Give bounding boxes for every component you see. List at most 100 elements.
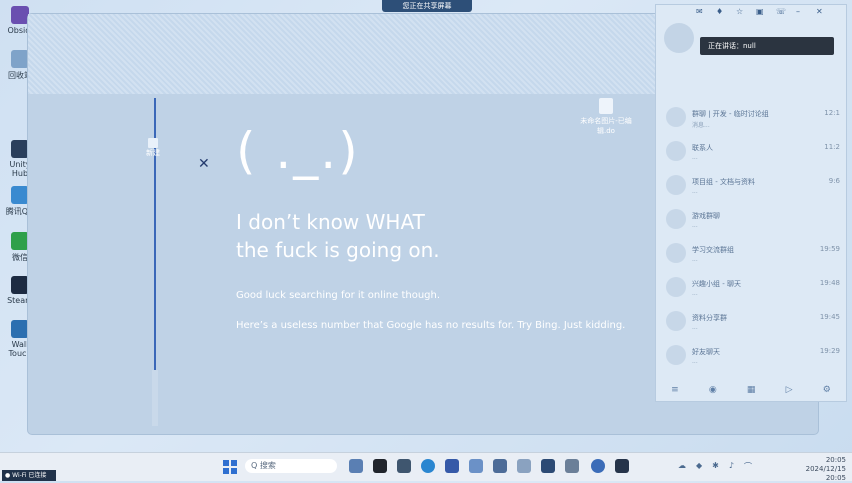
conversation-preview: ...: [692, 256, 698, 263]
conversation-preview: ...: [692, 290, 698, 297]
conversation-time: 19:59: [819, 245, 840, 253]
error-headline-line2: the fuck is going on.: [236, 238, 440, 262]
conversation-avatar: [666, 345, 686, 365]
conversation-preview: ...: [692, 358, 698, 365]
conversation-avatar: [666, 107, 686, 127]
conversation-row[interactable]: 群聊 | 开发 - 临时讨论组 消息... 12:1: [656, 101, 846, 135]
shield-app-icon[interactable]: [469, 459, 483, 473]
folder-icon[interactable]: ▣: [756, 8, 766, 16]
taskbar-search[interactable]: Q 搜索: [245, 459, 337, 473]
file-shortcut-icon[interactable]: 新建: [145, 138, 161, 157]
app-icon: [11, 320, 29, 338]
apps-icon[interactable]: ▦: [747, 385, 756, 395]
file-shortcut-label: 新建: [146, 149, 160, 157]
chat-panel: ✉ ♦ ☆ ▣ ☏ – ✕ 正在讲话：null 群聊 | 开发 - 临时讨论组消…: [656, 5, 846, 401]
cloud-icon[interactable]: ☁: [678, 461, 686, 472]
edge-browser-icon[interactable]: [421, 459, 435, 473]
tray-settings-icon[interactable]: ✱: [712, 461, 719, 472]
app-icon: [11, 232, 29, 250]
conversation-row[interactable]: 项目组 - 文档与资料... 9:6: [656, 169, 846, 203]
sad-face: ( ._.): [236, 122, 360, 180]
photos-app-icon[interactable]: [349, 459, 363, 473]
notes-app-icon[interactable]: [493, 459, 507, 473]
error-subtext-2: Here’s a useless number that Google has …: [236, 320, 626, 331]
conversation-time: 19:45: [819, 313, 840, 321]
phone-icon[interactable]: ☏: [776, 8, 786, 16]
conversation-row[interactable]: 学习交流群组... 19:59: [656, 237, 846, 271]
app-icon: [11, 50, 29, 68]
conversation-preview: 消息...: [692, 122, 710, 129]
start-button[interactable]: [223, 459, 237, 474]
conversation-name: 资料分享群: [692, 314, 727, 322]
wifi-icon[interactable]: ⌒: [744, 461, 752, 472]
error-headline: I don’t know WHAT the fuck is going on.: [236, 208, 656, 264]
mail-icon[interactable]: ✉: [696, 8, 706, 16]
app-icon: [11, 140, 29, 158]
conversation-row[interactable]: 兴趣小组 - 聊天... 19:48: [656, 271, 846, 305]
conversation-preview: ...: [692, 222, 698, 229]
steam-app-icon[interactable]: [591, 459, 605, 473]
conversation-row[interactable]: 联系人... 11:2: [656, 135, 846, 169]
conversation-row[interactable]: 游戏群聊...: [656, 203, 846, 237]
menu-icon[interactable]: ≡: [671, 385, 679, 395]
avatar[interactable]: [664, 23, 694, 53]
contacts-icon[interactable]: ◉: [709, 385, 717, 395]
network-notice[interactable]: ● Wi-Fi 已连接: [2, 470, 56, 481]
conversation-time: 11:2: [824, 143, 840, 151]
sword-cursor-icon: ✕: [198, 156, 210, 172]
conversation-time: 19:29: [819, 347, 840, 355]
speaking-status: 正在讲话：null: [700, 37, 834, 55]
game-app-icon[interactable]: [565, 459, 579, 473]
settings-icon[interactable]: ⚙: [823, 385, 831, 395]
files-app-icon[interactable]: [517, 459, 531, 473]
app-icon: [11, 186, 29, 204]
windows-icon: [223, 460, 237, 474]
document-file-label: 未命名图片-已编辑.do: [580, 117, 632, 135]
error-subtext-1: Good luck searching for it online though…: [236, 290, 441, 301]
conversation-name: 学习交流群组: [692, 246, 734, 254]
error-headline-line1: I don’t know WHAT: [236, 210, 425, 234]
chat-bottom-bar: ≡ ◉ ▦ ▷ ⚙: [656, 385, 846, 395]
conversation-avatar: [666, 175, 686, 195]
video-icon[interactable]: ▷: [786, 385, 793, 395]
chat-app-icon[interactable]: [541, 459, 555, 473]
screen-share-banner[interactable]: 您正在共享屏幕: [382, 0, 472, 12]
conversation-avatar: [666, 141, 686, 161]
conversation-row[interactable]: 好友聊天... 19:29: [656, 339, 846, 373]
conversation-avatar: [666, 243, 686, 263]
app-icon: [11, 276, 29, 294]
conversation-name: 好友聊天: [692, 348, 720, 356]
penguin-app-icon[interactable]: [615, 459, 629, 473]
tray-app-icon[interactable]: ◆: [696, 461, 702, 472]
star-icon[interactable]: ☆: [736, 8, 746, 16]
clock[interactable]: 20:05 2024/12/15 20:05: [786, 456, 846, 483]
conversation-name: 游戏群聊: [692, 212, 720, 220]
conversation-name: 群聊 | 开发 - 临时讨论组: [692, 110, 769, 118]
terminal-app-icon[interactable]: [373, 459, 387, 473]
conversation-time: 9:6: [828, 177, 840, 185]
conversation-preview: ...: [692, 188, 698, 195]
volume-icon[interactable]: ♪: [729, 461, 734, 472]
conversation-name: 项目组 - 文档与资料: [692, 178, 755, 186]
app-icon: [11, 6, 29, 24]
taskbar: ● Wi-Fi 已连接 Q 搜索 ☁ ◆ ✱ ♪ ⌒ 20:05 2024/12…: [0, 452, 852, 483]
conversation-avatar: [666, 311, 686, 331]
conversation-preview: ...: [692, 154, 698, 161]
conversation-preview: ...: [692, 324, 698, 331]
document-file-icon[interactable]: 未命名图片-已编辑.do: [576, 98, 636, 136]
conversation-list: 群聊 | 开发 - 临时讨论组 消息... 12:1 联系人... 11:2 项目组 - …: [656, 101, 846, 373]
keyboard-app-icon[interactable]: [397, 459, 411, 473]
bell-icon[interactable]: ♦: [716, 8, 726, 16]
conversation-row[interactable]: 资料分享群... 19:45: [656, 305, 846, 339]
clock-date: 2024/12/15 20:05: [805, 465, 846, 482]
minimize-icon[interactable]: –: [796, 8, 806, 16]
conversation-avatar: [666, 277, 686, 297]
close-icon[interactable]: ✕: [816, 8, 826, 16]
conversation-name: 兴趣小组 - 聊天: [692, 280, 741, 288]
powershell-icon[interactable]: [445, 459, 459, 473]
conversation-avatar: [666, 209, 686, 229]
scrollbar[interactable]: [152, 370, 158, 426]
conversation-time: 12:1: [824, 109, 840, 117]
conversation-name: 联系人: [692, 144, 713, 152]
conversation-time: 19:48: [819, 279, 840, 287]
